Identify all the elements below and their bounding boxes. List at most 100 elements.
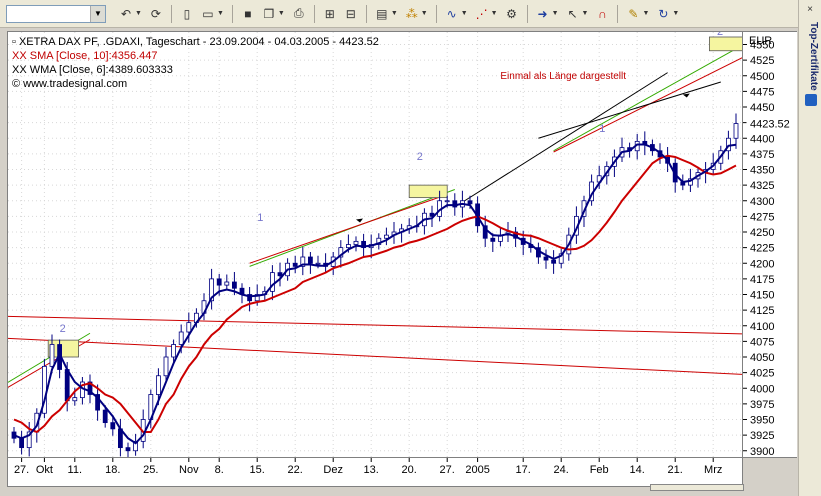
dropdown-icon[interactable]: ▼ bbox=[461, 10, 468, 17]
y-tick-label: 4075 bbox=[750, 336, 774, 348]
refresh-icon[interactable]: ⟳ bbox=[147, 5, 165, 23]
dropdown-icon[interactable]: ▼ bbox=[672, 10, 679, 17]
candle-body bbox=[125, 447, 131, 452]
copy-icon[interactable]: ❐ bbox=[260, 5, 278, 23]
open-icon[interactable]: ▭ bbox=[199, 5, 217, 23]
wma-line[interactable] bbox=[13, 143, 737, 445]
settings-icon[interactable]: ⚙ bbox=[503, 5, 521, 23]
wave-label: 1 bbox=[599, 123, 605, 135]
x-tick-label: 25. bbox=[143, 464, 158, 476]
wave-label: 2 bbox=[60, 323, 66, 335]
dropdown-icon[interactable]: ▼ bbox=[391, 10, 398, 17]
candle-body bbox=[277, 272, 283, 277]
trend-line-red[interactable] bbox=[249, 194, 448, 264]
candle-body bbox=[353, 240, 359, 245]
dropdown-icon[interactable]: ▼ bbox=[552, 10, 559, 17]
y-tick-label: 4125 bbox=[750, 305, 774, 317]
y-tick-label: 4475 bbox=[750, 86, 774, 98]
marker-box[interactable] bbox=[408, 184, 448, 199]
candle-body bbox=[163, 356, 169, 377]
y-tick-label: 4275 bbox=[750, 211, 774, 223]
x-tick-label: Feb bbox=[590, 464, 609, 476]
channel-line-lower[interactable] bbox=[8, 337, 742, 375]
toolbar-separator bbox=[617, 4, 619, 23]
rotate-icon[interactable]: ↻ bbox=[654, 5, 672, 23]
candle-body bbox=[171, 344, 177, 358]
x-tick-label: 20. bbox=[402, 464, 417, 476]
y-tick-label: 4000 bbox=[750, 383, 774, 395]
sma-line[interactable] bbox=[13, 154, 737, 434]
x-axis-svg: 27. Okt 11. 18. 25. Nov 8. 15. 22. Dez 13. 20. 27. 20… bbox=[14, 458, 722, 476]
dropdown-icon[interactable]: ▼ bbox=[421, 10, 428, 17]
symbol-combo[interactable]: ▼ bbox=[6, 4, 106, 23]
toolbar-separator bbox=[365, 4, 367, 23]
y-tick-label: 4500 bbox=[750, 71, 774, 83]
dropdown-icon[interactable]: ▼ bbox=[135, 10, 142, 17]
toolbar-separator bbox=[526, 4, 528, 23]
x-tick-label: Nov bbox=[179, 464, 199, 476]
horizontal-scrollbar[interactable] bbox=[650, 484, 744, 491]
dropdown-icon[interactable]: ▼ bbox=[278, 10, 285, 17]
dropdown-icon[interactable]: ▼ bbox=[582, 10, 589, 17]
y-tick-label: 4175 bbox=[750, 274, 774, 286]
cursor-icon[interactable]: ↖ bbox=[564, 5, 582, 23]
candle-body bbox=[467, 200, 473, 205]
arrow-head-icon bbox=[356, 218, 363, 223]
indicator-icon[interactable]: ⁂ bbox=[403, 5, 421, 23]
save-icon[interactable]: ■ bbox=[239, 5, 257, 23]
candle-body bbox=[49, 344, 55, 367]
dropdown-icon[interactable]: ▼ bbox=[491, 10, 498, 17]
arrow-head-icon bbox=[682, 93, 690, 98]
y-tick-label: 4100 bbox=[750, 321, 774, 333]
undo-icon[interactable]: ↶ bbox=[117, 5, 135, 23]
legend-source: © www.tradesignal.com bbox=[12, 77, 379, 91]
y-tick-label: 4450 bbox=[750, 102, 774, 114]
close-icon[interactable]: × bbox=[804, 4, 816, 16]
candle-body bbox=[224, 281, 230, 286]
y-tick-label: 4250 bbox=[750, 227, 774, 239]
candle-body bbox=[178, 331, 184, 345]
bookmark-icon[interactable]: ⊞ bbox=[321, 5, 339, 23]
wave-label: 1 bbox=[257, 212, 263, 224]
legend-source-text: www.tradesignal.com bbox=[23, 78, 128, 90]
length-arrow[interactable] bbox=[538, 81, 721, 139]
x-tick-label: Okt bbox=[36, 464, 53, 476]
trend-line-green[interactable] bbox=[553, 44, 742, 152]
print-icon[interactable]: ⎙ bbox=[290, 5, 308, 23]
price-plot: Einmal als Länge dargestellt 1 2 1 2 2 bbox=[8, 32, 742, 457]
side-panel-button[interactable] bbox=[805, 94, 817, 106]
dropdown-icon[interactable]: ▼ bbox=[642, 10, 649, 17]
legend-wma: XX WMA [Close, 6]:4389.603333 bbox=[12, 64, 173, 76]
square-icon: ▫ bbox=[12, 36, 16, 48]
chevron-down-icon[interactable]: ▼ bbox=[90, 5, 105, 22]
drawing-icon[interactable]: ∿ bbox=[443, 5, 461, 23]
toolbar: ▼ ↶ ▼ ⟳ ▯ ▭ ▼ ■ ❐ ▼ ⎙ ⊞ ⊟ ▤ ▼ ⁂ ▼ ∿ ▼ ⋰ ▼ ⚙ ➜ ▼ … bbox=[0, 0, 798, 28]
channel-line-upper[interactable] bbox=[8, 315, 742, 335]
candle-body bbox=[315, 262, 321, 265]
candle-body bbox=[345, 244, 351, 249]
magnet-icon[interactable]: ∩ bbox=[593, 5, 611, 23]
last-price-label: 4423.52 bbox=[750, 119, 790, 131]
chart-area[interactable]: Einmal als Länge dargestellt 1 2 1 2 2 ▫ XETR… bbox=[7, 31, 743, 458]
note-icon[interactable]: ✎ bbox=[624, 5, 642, 23]
arrow-right-icon[interactable]: ➜ bbox=[534, 5, 552, 23]
candle-body bbox=[733, 123, 739, 139]
candle-body bbox=[72, 397, 78, 402]
x-axis: 27. Okt 11. 18. 25. Nov 8. 15. 22. Dez 13. 20. 27. 20… bbox=[7, 458, 743, 487]
new-doc-icon[interactable]: ▯ bbox=[178, 5, 196, 23]
x-tick-label: 18. bbox=[105, 464, 120, 476]
toolbar-separator bbox=[313, 4, 315, 23]
candle-body bbox=[19, 437, 25, 449]
trend-icon[interactable]: ⋰ bbox=[473, 5, 491, 23]
candle-body bbox=[444, 200, 450, 203]
window-icon[interactable]: ▤ bbox=[373, 5, 391, 23]
x-tick-label: 27. bbox=[440, 464, 455, 476]
bookmark-next-icon[interactable]: ⊟ bbox=[342, 5, 360, 23]
toolbar-separator bbox=[170, 4, 172, 23]
side-panel: × Top-Zertifikate bbox=[798, 0, 821, 496]
y-tick-label: 4375 bbox=[750, 149, 774, 161]
candle-body bbox=[383, 234, 389, 239]
dropdown-icon[interactable]: ▼ bbox=[217, 10, 224, 17]
chart-legend: ▫ XETRA DAX PF, .GDAXI, Tageschart - 23.… bbox=[12, 35, 379, 91]
marker-box[interactable] bbox=[709, 36, 742, 52]
